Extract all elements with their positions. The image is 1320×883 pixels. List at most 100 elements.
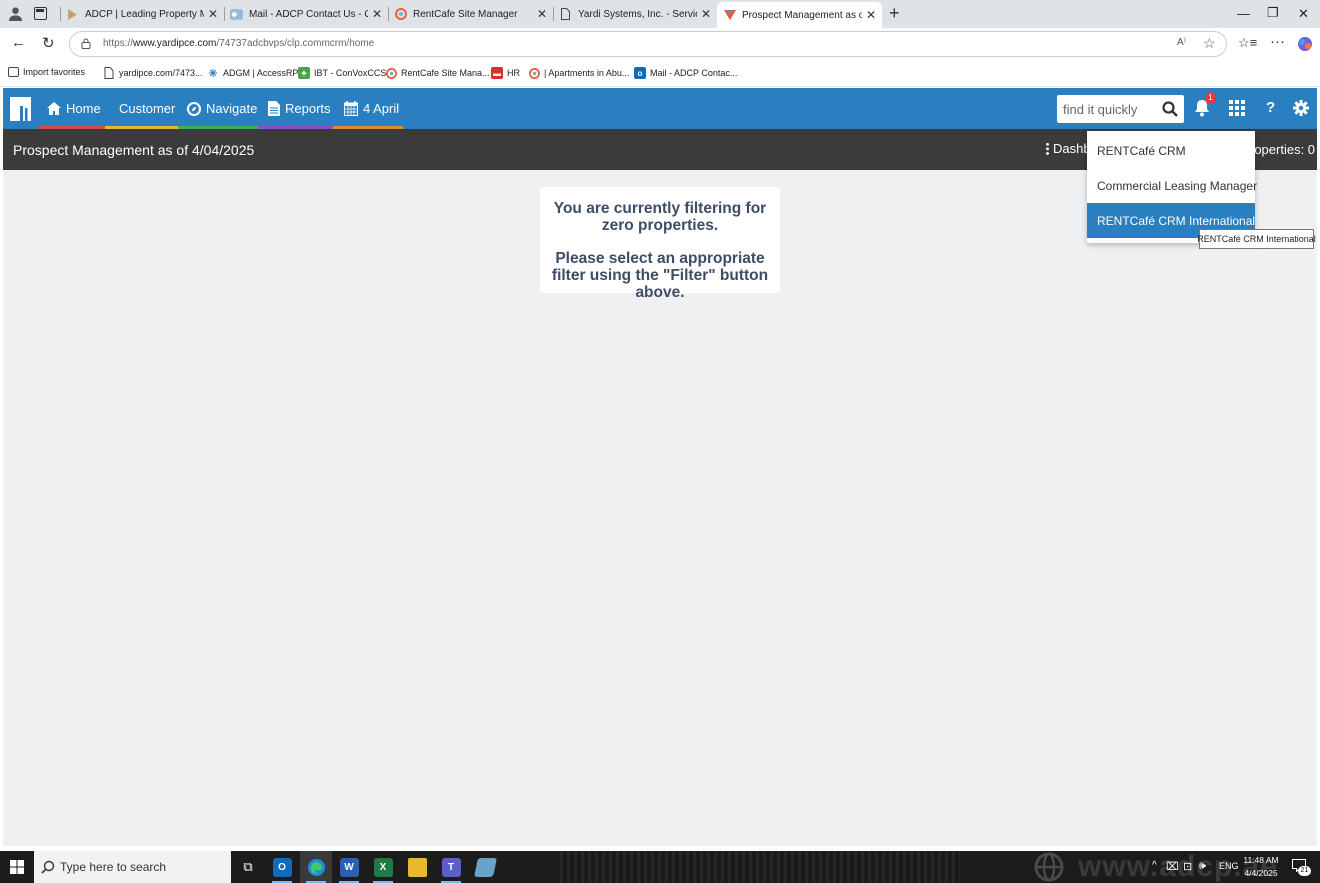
minimize-button[interactable]: — [1237,6,1250,21]
restore-button[interactable]: ❐ [1267,5,1279,21]
favorite-star-icon[interactable]: ☆ [1203,35,1216,52]
close-icon[interactable]: ✕ [537,7,547,21]
nav-date[interactable]: 4 April [344,88,399,129]
url-text: https://www.yardipce.com/74737adcbvps/cl… [103,38,374,49]
windows-taskbar: Type here to search ⧉ O W X T www.adcp.a… [0,851,1320,883]
task-view-button[interactable]: ⧉ [232,851,264,883]
favorite-hr[interactable]: ▬ HR [491,67,520,79]
url-path: /74737adcbvps/clp.commcrm/home [216,38,375,49]
rentcafe-icon [385,67,397,79]
taskbar-excel[interactable]: X [367,851,399,883]
outlook-icon [230,8,243,21]
nav-reports[interactable]: Reports [268,88,331,129]
window-close-button[interactable]: ✕ [1298,6,1309,22]
browser-tab-rentcafe[interactable]: RentCafe Site Manager ✕ [388,3,553,25]
gear-icon[interactable] [1293,100,1309,116]
adgm-icon: ✳ [208,67,218,80]
nav-customer[interactable]: Customer [119,88,175,129]
system-clock[interactable]: 11:48 AM 4/4/2025 [1240,854,1282,880]
favorite-ibt[interactable]: ✦ IBT - ConVoxCCS [298,67,386,79]
nav-label: Home [66,101,101,116]
tab-label: ADCP | Leading Property Manage [85,8,204,20]
action-center-button[interactable]: 21 [1292,859,1311,876]
page-icon [103,67,115,79]
refresh-icon[interactable]: ↻ [42,34,55,52]
search-icon [41,860,55,874]
favorite-import[interactable]: Import favorites [8,67,85,77]
network-icon[interactable]: ⊡ [1183,860,1192,873]
taskbar-search[interactable]: Type here to search [34,851,231,883]
browser-tab-outlook[interactable]: Mail - ADCP Contact Us - Outlook ✕ [224,3,388,25]
lock-icon[interactable] [81,38,91,49]
browser-tab-yardi-service[interactable]: Yardi Systems, Inc. - Service Reque ✕ [553,3,717,25]
yardi-logo-icon[interactable] [10,97,31,121]
taskbar-word[interactable]: W [333,851,365,883]
close-icon[interactable]: ✕ [208,7,218,21]
dashboard-menu[interactable]: Dashb [1046,141,1091,156]
tab-label: Yardi Systems, Inc. - Service Reque [578,8,697,20]
empty-filter-message: You are currently filtering for zero pro… [540,187,780,301]
tooltip: RENTCafé CRM International [1197,229,1316,249]
search-icon[interactable] [1162,101,1178,117]
favorite-adgm[interactable]: ✳ ADGM | AccessRP [207,67,298,80]
import-icon [8,67,19,77]
nav-label: Reports [285,101,331,116]
clock-time: 11:48 AM [1243,855,1279,865]
apps-grid-icon[interactable] [1229,100,1245,116]
language-indicator[interactable]: ENG [1219,861,1239,871]
close-icon[interactable]: ✕ [866,8,876,22]
favorite-mail[interactable]: o Mail - ADCP Contac... [634,67,737,79]
favorites-bar: Import favorites yardipce.com/7473... ✳ A… [0,60,1320,87]
more-options-icon[interactable]: ··· [1270,33,1285,50]
favorite-label: IBT - ConVoxCCS [314,68,387,78]
copilot-icon[interactable] [1297,36,1313,52]
address-bar[interactable]: https://www.yardipce.com/74737adcbvps/cl… [69,31,1227,57]
workspaces-icon[interactable] [34,7,47,20]
rentcafe-icon [528,67,540,79]
taskbar-teams[interactable]: T [435,851,467,883]
favorite-label: RentCafe Site Mana... [401,68,490,78]
notes-icon [473,857,497,877]
close-icon[interactable]: ✕ [701,7,711,21]
windows-start-icon[interactable] [10,860,24,874]
dropdown-item-rentcafe-crm[interactable]: RENTCafé CRM [1087,133,1255,168]
volume-icon[interactable]: 🕪 [1199,860,1206,873]
taskbar-app[interactable] [469,851,501,883]
nav-label: Navigate [206,101,258,116]
nav-label: Customer [119,101,176,116]
new-tab-button[interactable]: + [889,4,900,22]
dropdown-item-commercial-leasing[interactable]: Commercial Leasing Manager [1087,168,1257,203]
edge-icon [307,858,325,876]
calendar-icon [344,101,358,116]
browser-tab-strip: ADCP | Leading Property Manage ✕ Mail - … [0,0,1320,28]
favorite-rentcafe[interactable]: RentCafe Site Mana... [385,67,490,79]
browser-tab-prospect-management[interactable]: Prospect Management as of 4/04/ ✕ [717,2,882,28]
read-aloud-icon[interactable]: A⁾ [1177,37,1186,48]
excel-icon: X [373,857,393,877]
tab-label: RentCafe Site Manager [413,8,518,20]
product-switcher-dropdown: RENTCafé CRM Commercial Leasing Manager … [1087,131,1257,243]
taskbar-outlook[interactable]: O [266,851,298,883]
task-view-icon: ⧉ [243,859,253,874]
nav-navigate[interactable]: Navigate [187,88,257,129]
favorite-label: HR [507,68,520,78]
clock-date: 4/4/2025 [1244,868,1278,878]
favorite-yardipce[interactable]: yardipce.com/7473... [103,67,203,79]
favorites-list-icon[interactable]: ☆≡ [1238,35,1257,51]
browser-tab-adcp[interactable]: ADCP | Leading Property Manage ✕ [60,3,224,25]
help-icon[interactable]: ? [1266,99,1275,116]
nav-home[interactable]: Home [47,88,101,129]
url-host: www.yardipce.com [133,38,217,49]
back-arrow-icon[interactable]: ← [11,34,26,51]
taskbar-edge[interactable] [300,851,332,883]
meet-now-icon[interactable]: ⌧ [1166,860,1179,873]
quick-search-input[interactable] [1057,95,1157,123]
chevron-up-icon[interactable]: ^ [1152,860,1157,871]
ibt-icon: ✦ [298,67,310,79]
favorite-label: Mail - ADCP Contac... [650,68,738,78]
close-icon[interactable]: ✕ [372,7,382,21]
profile-icon[interactable] [8,6,23,21]
main-content: You are currently filtering for zero pro… [3,170,1317,846]
taskbar-file-explorer[interactable] [401,851,433,883]
favorite-apartments[interactable]: | Apartments in Abu... [528,67,629,79]
